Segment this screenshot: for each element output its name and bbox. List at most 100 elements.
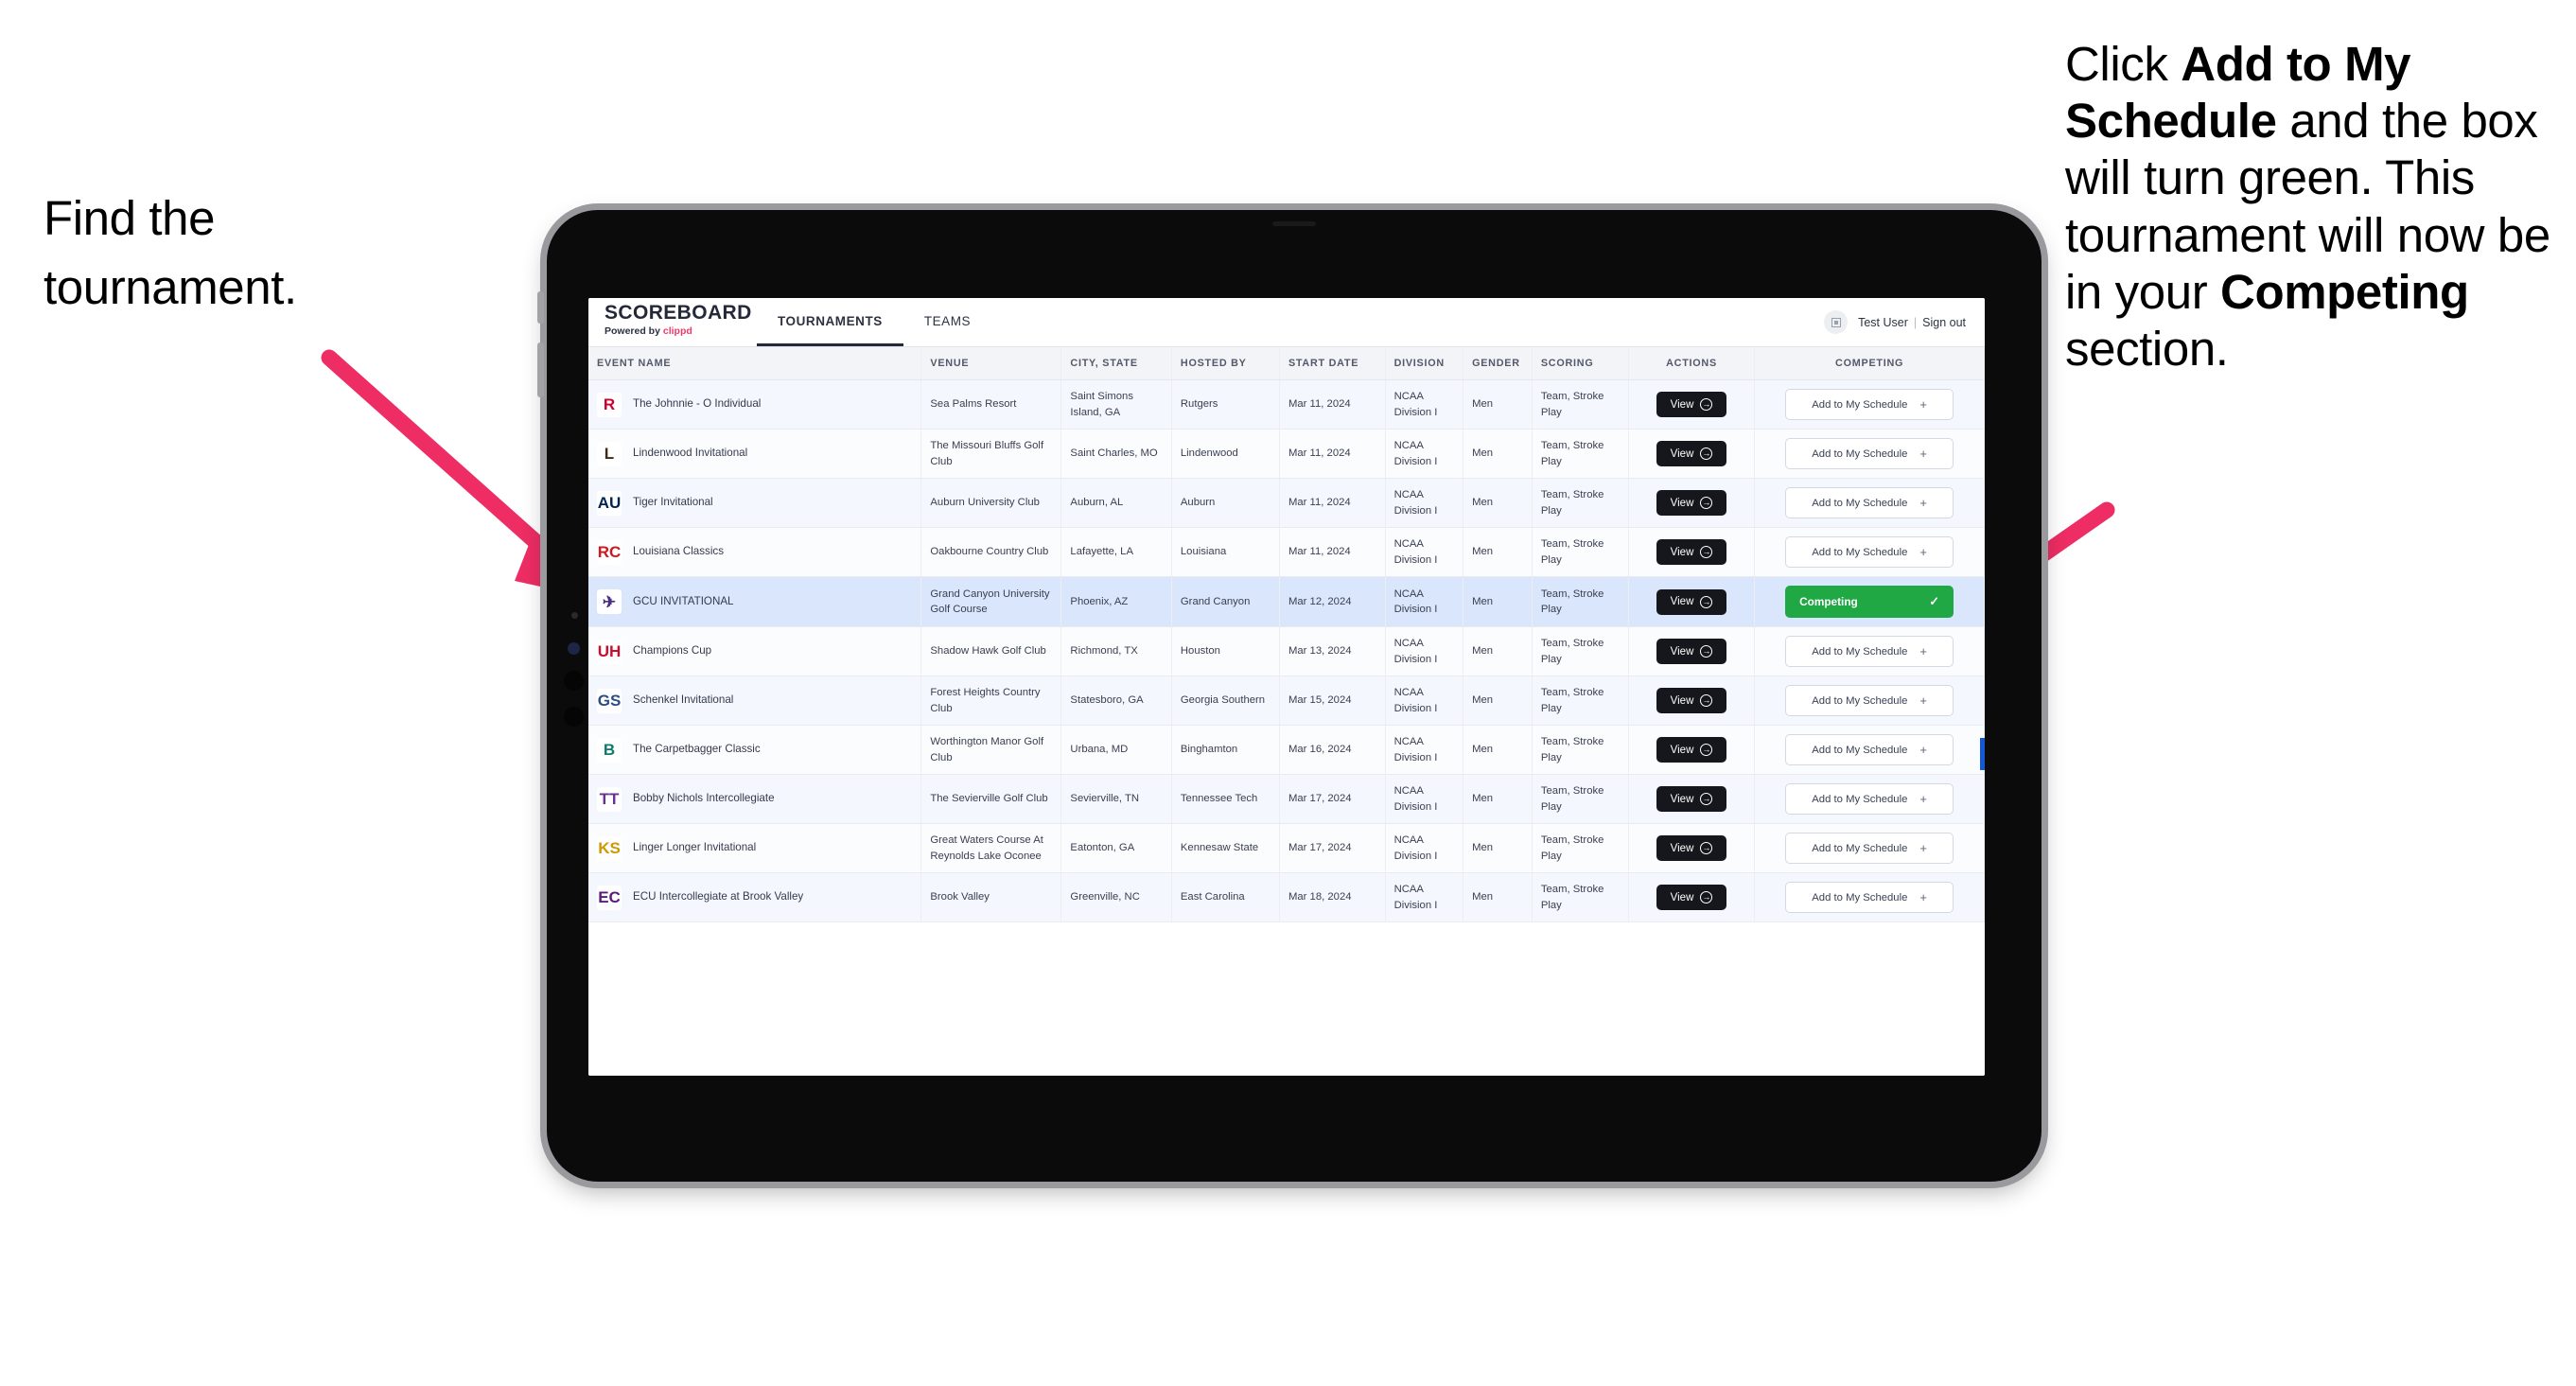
- view-button[interactable]: View →: [1656, 490, 1727, 516]
- view-button[interactable]: View →: [1656, 639, 1727, 664]
- table-row[interactable]: EC ECU Intercollegiate at Brook Valley Bro…: [588, 872, 1985, 922]
- brand-subtitle: Powered by clippd: [605, 325, 757, 337]
- add-to-my-schedule-button[interactable]: Add to My Schedule +: [1785, 685, 1954, 716]
- cell-gender: Men: [1463, 725, 1533, 775]
- table-body: R The Johnnie - O Individual Sea Palms Res…: [588, 379, 1985, 922]
- page-root: Find the tournament. Click Add to My Sche…: [0, 0, 2576, 1386]
- event-name-label: The Johnnie - O Individual: [633, 397, 762, 411]
- view-button[interactable]: View →: [1656, 737, 1727, 763]
- tab-teams[interactable]: TEAMS: [903, 298, 991, 346]
- table-row[interactable]: UH Champions Cup Shadow Hawk Golf Club Rich…: [588, 626, 1985, 676]
- view-button-label: View: [1670, 546, 1694, 558]
- add-to-my-schedule-button[interactable]: Add to My Schedule +: [1785, 389, 1954, 420]
- view-button[interactable]: View →: [1656, 688, 1727, 713]
- table-row[interactable]: ✈ GCU INVITATIONAL Grand Canyon University…: [588, 576, 1985, 627]
- add-to-my-schedule-button[interactable]: Add to My Schedule +: [1785, 636, 1954, 667]
- plus-icon: +: [1919, 743, 1927, 757]
- volume-up-button[interactable]: [537, 291, 544, 324]
- table-row[interactable]: AU Tiger Invitational Auburn University Cl…: [588, 478, 1985, 528]
- add-to-my-schedule-button[interactable]: Add to My Schedule +: [1785, 882, 1954, 913]
- view-button[interactable]: View →: [1656, 786, 1727, 812]
- table-row[interactable]: B The Carpetbagger Classic Worthington Man…: [588, 725, 1985, 775]
- competing-badge-button[interactable]: Competing ✓: [1785, 586, 1954, 618]
- table-row[interactable]: L Lindenwood Invitational The Missouri Blu…: [588, 429, 1985, 479]
- camera-lens-large-2: [564, 707, 584, 727]
- tab-tournaments[interactable]: TOURNAMENTS: [757, 298, 903, 346]
- plus-icon: +: [1919, 397, 1927, 412]
- view-button[interactable]: View →: [1656, 539, 1727, 565]
- annotation-right-text: section.: [2065, 321, 2229, 376]
- add-to-my-schedule-button[interactable]: Add to My Schedule +: [1785, 783, 1954, 815]
- cell-event-name: ✈ GCU INVITATIONAL: [588, 576, 922, 627]
- cell-venue: Sea Palms Resort: [920, 379, 1062, 430]
- cell-gender: Men: [1463, 774, 1533, 824]
- column-header-start-date[interactable]: START DATE: [1279, 347, 1386, 380]
- arrow-right-circle-icon: →: [1700, 793, 1713, 805]
- add-to-my-schedule-button[interactable]: Add to My Schedule +: [1785, 438, 1954, 469]
- event-cell: RC Louisiana Classics: [597, 539, 912, 565]
- cell-division: NCAA Division I: [1385, 478, 1464, 528]
- cell-hosted-by: Lindenwood: [1171, 429, 1280, 479]
- arrow-right-circle-icon: →: [1700, 842, 1713, 854]
- add-to-my-schedule-button[interactable]: Add to My Schedule +: [1785, 734, 1954, 765]
- cell-venue: Worthington Manor Golf Club: [920, 725, 1062, 775]
- tablet-speaker: [1272, 221, 1316, 226]
- volume-down-button[interactable]: [537, 342, 544, 397]
- add-to-my-schedule-label: Add to My Schedule: [1812, 694, 1908, 707]
- event-cell: B The Carpetbagger Classic: [597, 737, 912, 763]
- table-row[interactable]: R The Johnnie - O Individual Sea Palms Res…: [588, 379, 1985, 430]
- user-label: Test User | Sign out: [1858, 316, 1966, 329]
- column-header-hosted-by[interactable]: HOSTED BY: [1171, 347, 1280, 380]
- column-header-scoring[interactable]: SCORING: [1532, 347, 1629, 380]
- cell-actions: View →: [1628, 872, 1756, 922]
- add-to-my-schedule-button[interactable]: Add to My Schedule +: [1785, 487, 1954, 518]
- cell-hosted-by: Georgia Southern: [1171, 675, 1280, 726]
- cell-hosted-by: Grand Canyon: [1171, 576, 1280, 627]
- cell-venue: Shadow Hawk Golf Club: [920, 626, 1062, 676]
- sign-out-link[interactable]: Sign out: [1922, 316, 1966, 329]
- cell-start-date: Mar 11, 2024: [1279, 527, 1386, 577]
- cell-gender: Men: [1463, 823, 1533, 873]
- cell-actions: View →: [1628, 478, 1756, 528]
- avatar-icon[interactable]: [1824, 310, 1849, 334]
- column-header-venue[interactable]: VENUE: [920, 347, 1062, 380]
- tournaments-table-wrapper[interactable]: EVENT NAME VENUE CITY, STATE HOSTED BY START…: [588, 347, 1985, 1076]
- column-header-division[interactable]: DIVISION: [1385, 347, 1464, 380]
- cell-city-state: Richmond, TX: [1060, 626, 1172, 676]
- cell-city-state: Greenville, NC: [1060, 872, 1172, 922]
- view-button[interactable]: View →: [1656, 441, 1727, 466]
- column-header-actions[interactable]: ACTIONS: [1628, 347, 1756, 380]
- add-to-my-schedule-button[interactable]: Add to My Schedule +: [1785, 536, 1954, 568]
- table-row[interactable]: KS Linger Longer Invitational Great Waters…: [588, 823, 1985, 873]
- table-row[interactable]: GS Schenkel Invitational Forest Heights Co…: [588, 675, 1985, 726]
- view-button[interactable]: View →: [1656, 835, 1727, 861]
- view-button-label: View: [1670, 447, 1694, 460]
- cell-competing: Competing ✓: [1754, 576, 1985, 627]
- view-button[interactable]: View →: [1656, 885, 1727, 910]
- user-grid-icon: [1831, 317, 1841, 327]
- column-header-competing[interactable]: COMPETING: [1754, 347, 1985, 380]
- table-row[interactable]: TT Bobby Nichols Intercollegiate The Sevie…: [588, 774, 1985, 824]
- team-logo-icon: GS: [597, 688, 622, 713]
- cell-hosted-by: Binghamton: [1171, 725, 1280, 775]
- event-name-label: The Carpetbagger Classic: [633, 743, 761, 756]
- cell-start-date: Mar 16, 2024: [1279, 725, 1386, 775]
- team-logo-icon: AU: [597, 490, 622, 516]
- view-button[interactable]: View →: [1656, 588, 1727, 615]
- view-button-label: View: [1670, 744, 1694, 756]
- view-button[interactable]: View →: [1656, 392, 1727, 417]
- cell-venue: Auburn University Club: [920, 478, 1062, 528]
- cell-actions: View →: [1628, 774, 1756, 824]
- column-header-event-name[interactable]: EVENT NAME: [588, 347, 922, 380]
- column-header-gender[interactable]: GENDER: [1463, 347, 1533, 380]
- add-to-my-schedule-label: Add to My Schedule: [1812, 842, 1908, 854]
- cell-start-date: Mar 11, 2024: [1279, 478, 1386, 528]
- team-logo-icon: B: [597, 737, 622, 763]
- table-row[interactable]: RC Louisiana Classics Oakbourne Country Cl…: [588, 527, 1985, 577]
- arrow-right-circle-icon: →: [1700, 447, 1713, 460]
- brand-logo[interactable]: SCOREBOARD Powered by clippd: [588, 298, 757, 346]
- annotation-right-emphasis: Competing: [2220, 264, 2469, 319]
- cell-venue: Great Waters Course At Reynolds Lake Oco…: [920, 823, 1062, 873]
- add-to-my-schedule-button[interactable]: Add to My Schedule +: [1785, 833, 1954, 864]
- column-header-city-state[interactable]: CITY, STATE: [1060, 347, 1172, 380]
